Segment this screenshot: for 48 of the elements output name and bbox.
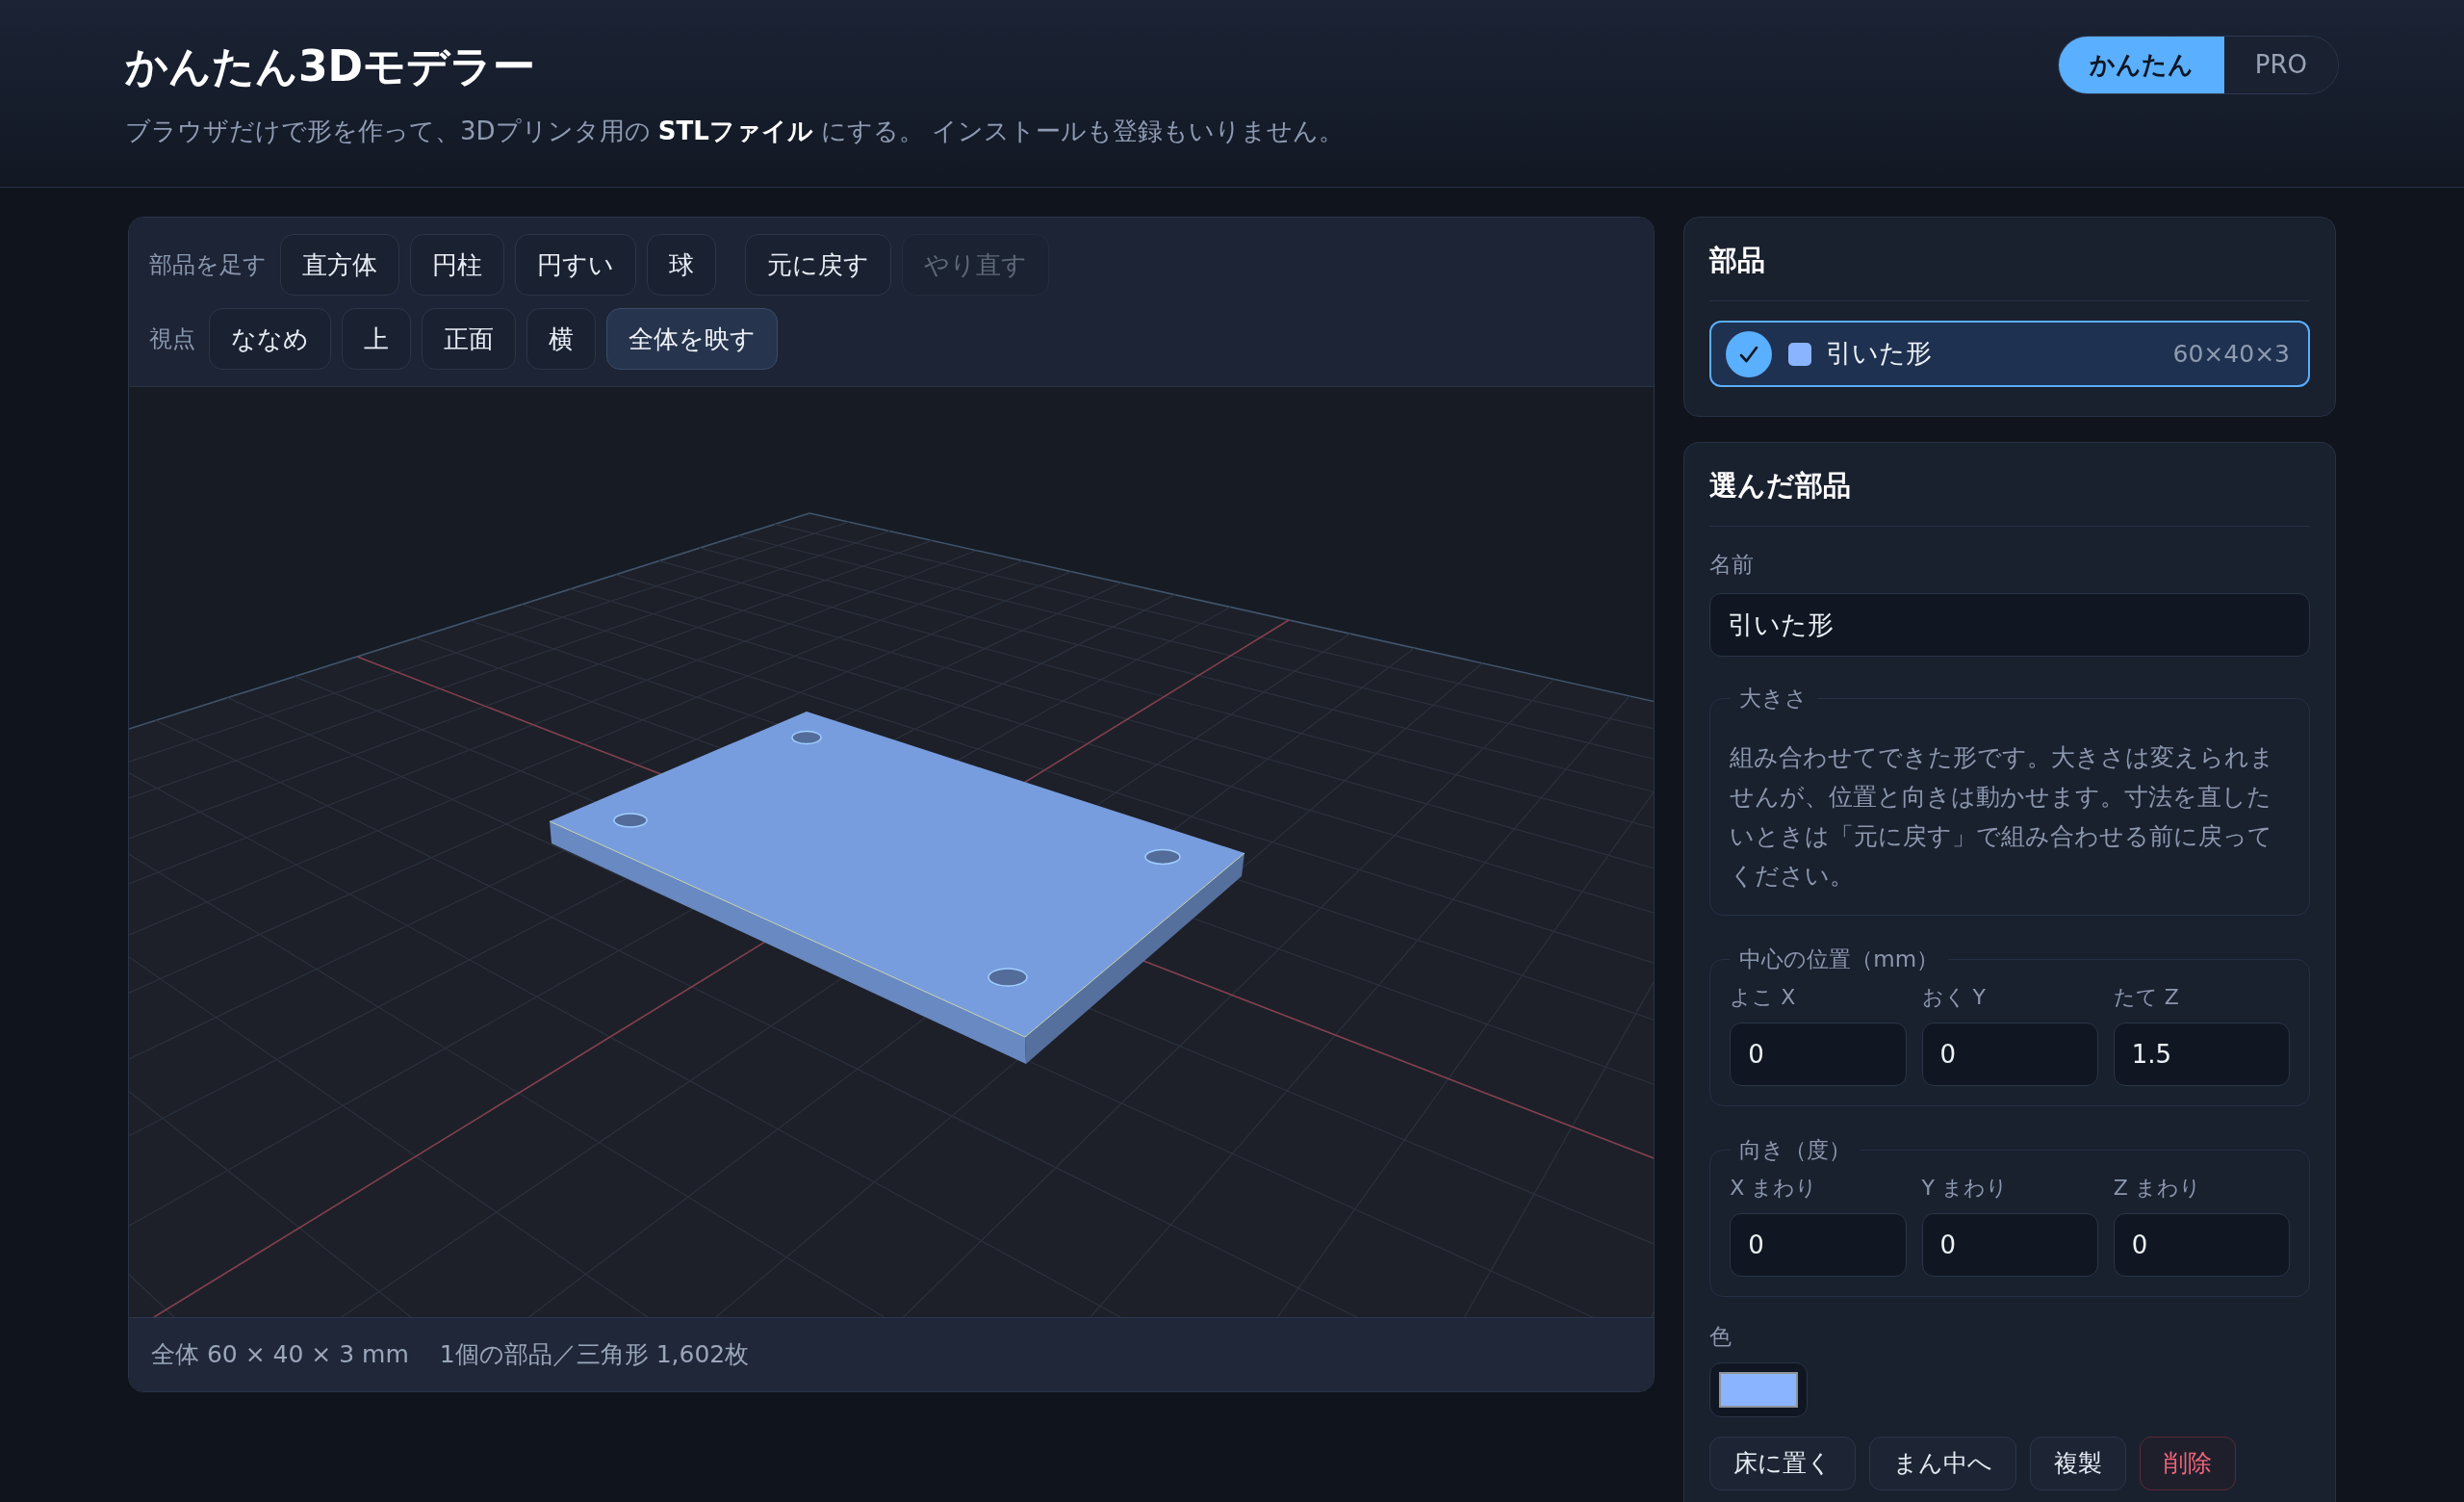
toolbar-button[interactable]: 全体を映す — [606, 308, 778, 370]
part-size: 60×40×3 — [2172, 338, 2291, 370]
app-subtitle: ブラウザだけで形を作って、3Dプリンタ用の STLファイル にする。 インストールも登録もいりません。 — [125, 116, 1345, 147]
field-label: X まわり — [1730, 1175, 1819, 1202]
group-legend: 向き（度） — [1730, 1135, 1861, 1164]
field-label: たて Z — [2113, 984, 2180, 1011]
card-title: 選んだ部品 — [1709, 466, 2310, 527]
action-button[interactable]: 床に置く — [1709, 1437, 1857, 1490]
field-label: 名前 — [1709, 551, 1756, 579]
size-note: 組み合わせてできた形です。大きさは変えられませんが、位置と向きは動かせます。寸法を直したいときは「元に戻す」で組み合わせる前に戻ってください。 — [1730, 742, 2276, 892]
part-name: 引いた形 — [1826, 337, 1933, 371]
toolbar-button[interactable]: 上 — [342, 308, 411, 370]
status-text: 1個の部品／三角形 1,602枚 — [439, 1339, 750, 1371]
number-field[interactable]: 0 — [1921, 1023, 2098, 1086]
card-title: 部品 — [1709, 241, 2310, 301]
toolbar-button[interactable]: 球 — [647, 234, 716, 296]
group-legend: 中心の位置（mm） — [1730, 945, 1949, 973]
toolbar-button[interactable]: ななめ — [209, 308, 331, 370]
number-field[interactable]: 0 — [1730, 1023, 1907, 1086]
action-button[interactable]: 複製 — [2030, 1437, 2127, 1490]
action-button[interactable]: 削除 — [2140, 1437, 2237, 1490]
number-field[interactable]: 0 — [1921, 1213, 2098, 1277]
number-field[interactable]: 1.5 — [2113, 1023, 2290, 1086]
toolbar-button[interactable]: 元に戻す — [745, 234, 891, 296]
status-text: 全体 60 × 40 × 3 mm — [151, 1339, 409, 1371]
field-label: よこ X — [1730, 984, 1797, 1011]
toolbar-button[interactable]: 正面 — [422, 308, 516, 370]
toolbar-button[interactable]: 円すい — [515, 234, 636, 296]
field-label: おく Y — [1921, 984, 1987, 1011]
field-label: Z まわり — [2113, 1175, 2202, 1202]
number-field[interactable]: 0 — [2113, 1213, 2290, 1277]
toolbar-label: 部品を足す — [149, 250, 267, 280]
check-icon — [1726, 330, 1773, 377]
color-picker[interactable] — [1709, 1362, 1809, 1417]
toolbar-button[interactable]: 横 — [526, 308, 596, 370]
mode-tab[interactable]: かんたん — [2058, 37, 2224, 93]
field-label: 色 — [1709, 1323, 1733, 1351]
app-title: かんたん3Dモデラー — [125, 40, 537, 92]
group-legend: 大きさ — [1730, 684, 1818, 712]
number-field[interactable]: 0 — [1730, 1213, 1907, 1277]
toolbar-button[interactable]: 円柱 — [410, 234, 504, 296]
part-list-item[interactable]: 引いた形 60×40×3 — [1709, 321, 2310, 387]
toolbar-button[interactable]: 直方体 — [280, 234, 399, 296]
plate-3d-drawing[interactable] — [549, 712, 1245, 1064]
toolbar-label: 視点 — [149, 324, 195, 354]
action-button[interactable]: まん中へ — [1869, 1437, 2017, 1490]
name-field[interactable]: 引いた形 — [1709, 593, 2310, 657]
field-label: Y まわり — [1921, 1175, 2009, 1202]
